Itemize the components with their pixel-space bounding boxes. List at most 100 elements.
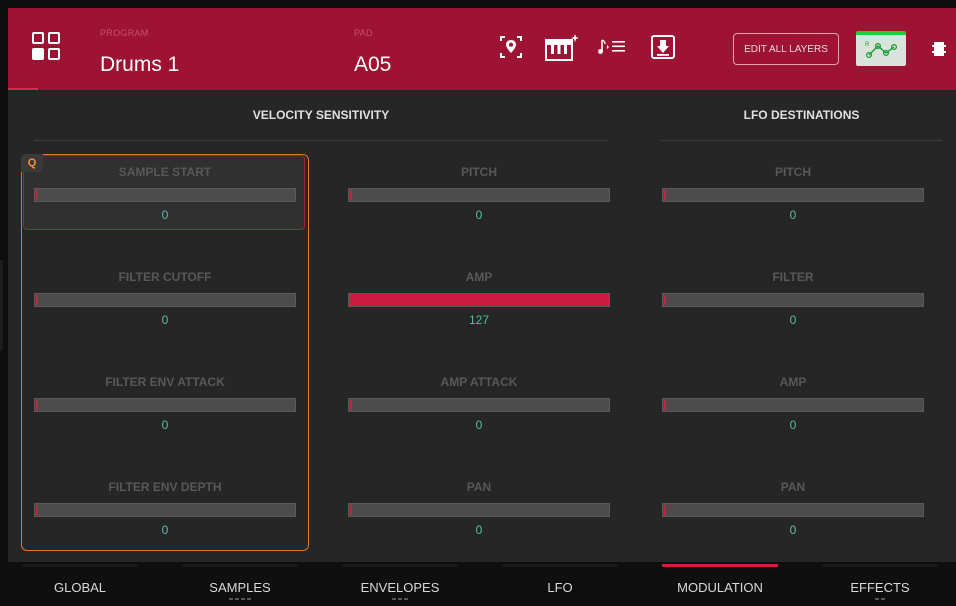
tab-label: MODULATION bbox=[677, 580, 763, 595]
slider-marker bbox=[350, 400, 352, 410]
page-dot bbox=[392, 598, 396, 600]
param-slider[interactable] bbox=[662, 293, 924, 307]
param-control[interactable]: AMP 0 bbox=[662, 374, 924, 432]
lfo-destinations-title: LFO DESTINATIONS bbox=[743, 108, 860, 122]
param-slider[interactable] bbox=[34, 293, 296, 307]
slider-marker bbox=[350, 505, 352, 515]
page-dots bbox=[160, 598, 320, 600]
tab-bar: GLOBAL SAMPLES ENVELOPES LFO MODULATION EFFEC… bbox=[0, 562, 956, 606]
param-label: SAMPLE START bbox=[118, 165, 212, 179]
modulation-panel: VELOCITY SENSITIVITY LFO DESTINATIONS Q … bbox=[8, 90, 956, 562]
grid-cell-icon bbox=[32, 48, 44, 60]
param-slider[interactable] bbox=[662, 503, 924, 517]
param-value: 0 bbox=[789, 523, 797, 537]
svg-text:R: R bbox=[865, 42, 870, 48]
tab-lfo[interactable]: LFO bbox=[480, 562, 640, 606]
page-dots bbox=[320, 598, 480, 600]
param-value: 0 bbox=[161, 313, 169, 327]
param-control[interactable]: FILTER ENV DEPTH 0 bbox=[34, 479, 296, 537]
param-value: 0 bbox=[475, 208, 483, 222]
tab-samples[interactable]: SAMPLES bbox=[160, 562, 320, 606]
param-control[interactable]: AMP ATTACK 0 bbox=[348, 374, 610, 432]
tab-indicator bbox=[182, 564, 298, 567]
edit-all-layers-button[interactable]: EDIT ALL LAYERS bbox=[733, 33, 839, 65]
param-control[interactable]: FILTER 0 bbox=[662, 269, 924, 327]
pad-label: PAD bbox=[354, 28, 373, 38]
param-control[interactable]: AMP 127 bbox=[348, 269, 610, 327]
param-value: 0 bbox=[475, 418, 483, 432]
tab-label: ENVELOPES bbox=[360, 580, 440, 595]
tab-label: SAMPLES bbox=[209, 580, 271, 595]
slider-marker bbox=[36, 190, 38, 200]
param-slider[interactable] bbox=[662, 398, 924, 412]
slider-fill bbox=[349, 294, 609, 306]
param-value: 0 bbox=[789, 313, 797, 327]
tab-modulation[interactable]: MODULATION bbox=[640, 562, 800, 606]
param-control[interactable]: PITCH 0 bbox=[662, 164, 924, 222]
page-dot bbox=[881, 598, 885, 600]
mod-route-icon: R bbox=[865, 42, 898, 59]
param-label: FILTER ENV DEPTH bbox=[108, 480, 222, 494]
keygroup-edit-icon[interactable] bbox=[544, 32, 580, 62]
param-label: PAN bbox=[466, 480, 492, 494]
param-slider[interactable] bbox=[348, 293, 610, 307]
param-slider[interactable] bbox=[348, 503, 610, 517]
param-value: 0 bbox=[789, 418, 797, 432]
param-control[interactable]: PITCH 0 bbox=[348, 164, 610, 222]
page-dot bbox=[247, 598, 251, 600]
grid-cell-icon bbox=[32, 32, 44, 44]
param-label: PITCH bbox=[775, 165, 811, 179]
tab-indicator bbox=[662, 564, 778, 567]
tab-label: LFO bbox=[547, 580, 573, 595]
slider-marker bbox=[664, 505, 666, 515]
param-label: AMP bbox=[779, 375, 807, 389]
pad-grid-icon[interactable] bbox=[32, 32, 62, 62]
left-edge-handle bbox=[0, 260, 3, 350]
tab-label: EFFECTS bbox=[850, 580, 910, 595]
param-slider[interactable] bbox=[348, 398, 610, 412]
slider-marker bbox=[664, 295, 666, 305]
page-dot bbox=[235, 598, 239, 600]
tab-label: GLOBAL bbox=[53, 580, 107, 595]
param-control[interactable]: FILTER CUTOFF 0 bbox=[34, 269, 296, 327]
slider-marker bbox=[664, 400, 666, 410]
param-control[interactable]: PAN 0 bbox=[348, 479, 610, 537]
note-list-icon[interactable] bbox=[596, 32, 628, 62]
param-label: FILTER ENV ATTACK bbox=[105, 375, 225, 389]
page-dot bbox=[241, 598, 245, 600]
param-label: FILTER bbox=[772, 270, 814, 284]
param-label: FILTER CUTOFF bbox=[118, 270, 212, 284]
param-slider[interactable] bbox=[662, 188, 924, 202]
slider-marker bbox=[36, 400, 38, 410]
slider-marker bbox=[36, 505, 38, 515]
slider-marker bbox=[350, 190, 352, 200]
battery-icon bbox=[932, 42, 946, 56]
param-control[interactable]: FILTER ENV ATTACK 0 bbox=[34, 374, 296, 432]
pad-selector[interactable]: A05 bbox=[354, 53, 391, 77]
param-slider[interactable] bbox=[34, 503, 296, 517]
slider-marker bbox=[36, 295, 38, 305]
param-slider[interactable] bbox=[348, 188, 610, 202]
modulation-routing-button[interactable]: R bbox=[856, 31, 906, 66]
locate-pad-icon[interactable] bbox=[496, 32, 526, 62]
tab-global[interactable]: GLOBAL bbox=[0, 562, 160, 606]
page-dot bbox=[398, 598, 402, 600]
program-selector[interactable]: Drums 1 bbox=[100, 53, 179, 77]
page-dot bbox=[404, 598, 408, 600]
velocity-sensitivity-title: VELOCITY SENSITIVITY bbox=[252, 108, 390, 122]
param-label: PAN bbox=[780, 480, 806, 494]
tab-indicator bbox=[822, 564, 938, 567]
lfo-divider bbox=[661, 140, 942, 141]
tab-indicator bbox=[22, 564, 138, 567]
param-control[interactable]: SAMPLE START 0 bbox=[34, 164, 296, 222]
tab-envelopes[interactable]: ENVELOPES bbox=[320, 562, 480, 606]
param-slider[interactable] bbox=[34, 188, 296, 202]
save-icon[interactable] bbox=[648, 32, 678, 62]
param-value: 0 bbox=[161, 523, 169, 537]
tab-effects[interactable]: EFFECTS bbox=[800, 562, 956, 606]
param-control[interactable]: PAN 0 bbox=[662, 479, 924, 537]
param-label: AMP ATTACK bbox=[440, 375, 518, 389]
param-slider[interactable] bbox=[34, 398, 296, 412]
tab-indicator bbox=[502, 564, 618, 567]
param-label: AMP bbox=[465, 270, 493, 284]
